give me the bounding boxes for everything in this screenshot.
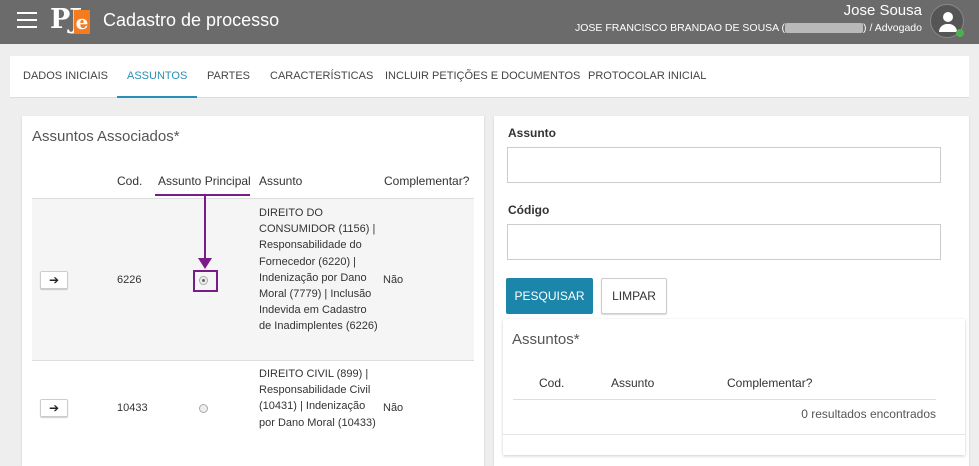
user-icon-body	[939, 24, 957, 32]
user-role: ) / Advogado	[863, 22, 922, 34]
tab-bar: DADOS INICIAIS ASSUNTOS PARTES CARACTERÍ…	[10, 56, 969, 98]
top-bar: PJ e Cadastro de processo Jose Sousa JOS…	[0, 0, 979, 44]
online-status-dot	[956, 29, 964, 37]
tab-assuntos[interactable]: ASSUNTOS	[117, 56, 198, 98]
col-assunto-principal: Assunto Principal	[158, 174, 251, 188]
row-cod: 6226	[117, 274, 142, 286]
arrow-right-button[interactable]: ➔	[40, 399, 68, 417]
results-empty-text: 0 resultados encontrados	[801, 407, 936, 421]
results-col-complementar: Complementar?	[727, 376, 813, 390]
row-complementar: Não	[383, 274, 404, 286]
annotation-arrow-line	[204, 195, 206, 260]
avatar[interactable]	[930, 4, 964, 38]
results-title: Assuntos*	[512, 331, 580, 348]
results-divider	[513, 399, 936, 400]
assuntos-associados-title: Assuntos Associados*	[32, 128, 180, 145]
user-icon	[943, 12, 953, 22]
arrow-right-button[interactable]: ➔	[40, 271, 68, 289]
pje-logo[interactable]: PJ e	[50, 4, 92, 38]
row-assunto: DIREITO DO CONSUMIDOR (1156) | Responsab…	[259, 207, 378, 333]
redacted-field	[785, 23, 864, 34]
results-bottom-divider	[503, 434, 965, 435]
table-row: ➔ 6226 DIREITO DO CONSUMIDOR (1156) | Re…	[32, 199, 474, 361]
col-assunto: Assunto	[259, 174, 303, 188]
assuntos-associados-panel: Assuntos Associados* Cod. Assunto Princi…	[22, 116, 484, 466]
user-info: JOSE FRANCISCO BRANDAO DE SOUSA ( ) / Adv…	[575, 22, 922, 34]
search-panel: Assunto Código PESQUISAR LIMPAR Assuntos…	[494, 116, 969, 466]
codigo-input[interactable]	[507, 224, 941, 260]
limpar-button[interactable]: LIMPAR	[601, 278, 667, 314]
pesquisar-button[interactable]: PESQUISAR	[506, 278, 593, 314]
logo-e: e	[74, 10, 90, 34]
tab-incluir-peticoes[interactable]: INCLUIR PETIÇÕES E DOCUMENTOS	[385, 56, 580, 98]
assunto-input[interactable]	[507, 147, 941, 183]
user-name[interactable]: Jose Sousa	[844, 2, 922, 19]
tab-protocolar-inicial[interactable]: PROTOCOLAR INICIAL	[588, 56, 706, 98]
row-complementar: Não	[383, 402, 404, 414]
row-cod: 10433	[117, 402, 148, 414]
user-full-name: JOSE FRANCISCO BRANDAO DE SOUSA (	[574, 22, 786, 34]
annotation-arrow-head	[198, 258, 212, 269]
page-title: Cadastro de processo	[103, 10, 280, 30]
annotation-underline	[155, 194, 250, 196]
col-cod: Cod.	[117, 174, 143, 188]
col-complementar: Complementar?	[384, 174, 470, 188]
assunto-label: Assunto	[508, 126, 556, 140]
results-col-assunto: Assunto	[611, 376, 655, 390]
tab-partes[interactable]: PARTES	[207, 56, 250, 98]
row-assunto: DIREITO CIVIL (899) | Responsabilidade C…	[259, 368, 376, 429]
table-row: ➔ 10433 DIREITO CIVIL (899) | Responsabi…	[32, 362, 474, 452]
tab-dados-iniciais[interactable]: DADOS INICIAIS	[23, 56, 108, 98]
results-col-cod: Cod.	[539, 376, 565, 390]
principal-radio[interactable]	[199, 404, 208, 413]
results-panel: Assuntos* Cod. Assunto Complementar? 0 r…	[503, 319, 965, 455]
hamburger-icon[interactable]	[17, 12, 37, 28]
codigo-label: Código	[508, 203, 550, 217]
tab-caracteristicas[interactable]: CARACTERÍSTICAS	[270, 56, 373, 98]
annotation-highlight-box	[193, 270, 218, 292]
